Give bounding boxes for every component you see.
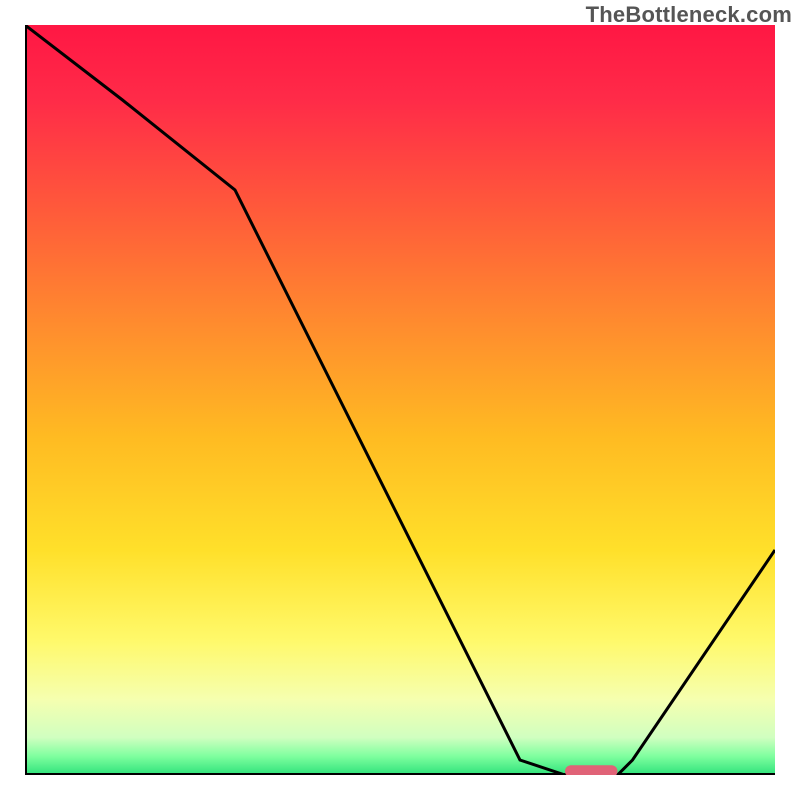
bottleneck-chart	[25, 25, 775, 775]
plot-background	[25, 25, 775, 775]
watermark-text: TheBottleneck.com	[586, 2, 792, 28]
optimal-range-marker	[565, 765, 618, 775]
chart-container: TheBottleneck.com	[0, 0, 800, 800]
